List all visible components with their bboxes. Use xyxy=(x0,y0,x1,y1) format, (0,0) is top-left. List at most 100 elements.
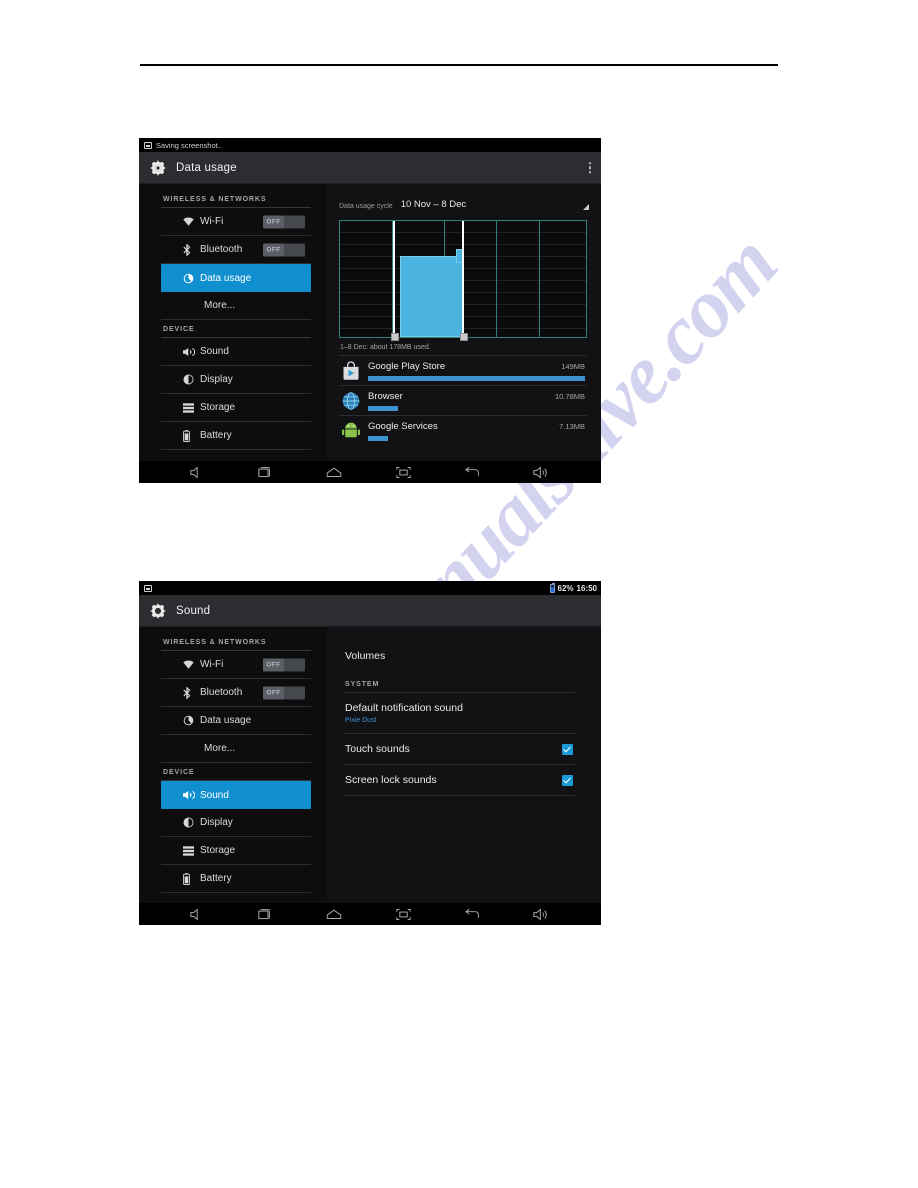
page-title: Data usage xyxy=(176,161,237,174)
settings-sidebar-2: WIRELESS & NETWORKS Wi-Fi OFF Bluetooth … xyxy=(139,627,327,903)
sidebar-item-sound[interactable]: Sound xyxy=(161,338,311,366)
data-usage-icon xyxy=(183,715,197,726)
action-bar-2: Sound xyxy=(139,595,601,627)
wifi-toggle[interactable]: OFF xyxy=(263,215,305,228)
sidebar-group-header-wireless: WIRELESS & NETWORKS xyxy=(163,639,267,646)
volume-down-icon[interactable] xyxy=(189,465,205,479)
sidebar-item-storage[interactable]: Storage xyxy=(161,837,311,865)
data-used-note: 1–8 Dec: about 178MB used. xyxy=(340,344,431,351)
bluetooth-toggle-state: OFF xyxy=(263,686,284,699)
sidebar-item-label: Display xyxy=(200,817,233,828)
storage-icon xyxy=(183,845,197,856)
screen-lock-sounds-checkbox[interactable] xyxy=(562,774,573,786)
recent-apps-icon[interactable] xyxy=(258,466,273,479)
sidebar-item-label: Storage xyxy=(200,845,236,856)
dropdown-caret-icon[interactable] xyxy=(583,204,589,210)
sidebar-item-bluetooth[interactable]: Bluetooth OFF xyxy=(161,236,311,264)
display-icon xyxy=(183,374,197,385)
cycle-value: 10 Nov – 8 Dec xyxy=(400,199,467,210)
sidebar-item-battery[interactable]: Battery xyxy=(161,422,311,450)
sidebar-group-header-wireless: WIRELESS & NETWORKS xyxy=(163,196,267,203)
sidebar-item-more[interactable]: More... xyxy=(161,292,311,320)
app-size: 10.78MB xyxy=(554,392,585,401)
bluetooth-toggle[interactable]: OFF xyxy=(263,243,305,256)
sidebar-item-data-usage[interactable]: Data usage xyxy=(161,264,311,292)
sidebar-item-label: Data usage xyxy=(200,272,252,284)
action-bar-1: Data usage xyxy=(139,152,601,184)
app-name: Google Services xyxy=(368,421,438,432)
wifi-toggle-state: OFF xyxy=(263,658,284,671)
list-item[interactable]: Google Play Store 149MB xyxy=(339,355,587,385)
sidebar-item-label: Bluetooth xyxy=(200,687,243,698)
data-usage-cycle-row[interactable]: Data usage cycle 10 Nov – 8 Dec xyxy=(335,192,589,212)
screenshot-capture-icon[interactable] xyxy=(395,466,411,479)
navigation-bar-1 xyxy=(139,461,601,483)
setting-title: Default notification sound xyxy=(345,702,463,714)
overflow-menu-icon[interactable] xyxy=(588,161,591,174)
bluetooth-icon xyxy=(183,243,197,256)
wifi-toggle[interactable]: OFF xyxy=(263,658,305,671)
sidebar-item-wifi[interactable]: Wi-Fi OFF xyxy=(161,208,311,236)
back-icon[interactable] xyxy=(464,908,480,921)
volume-up-icon[interactable] xyxy=(533,907,550,921)
wifi-icon xyxy=(183,660,197,669)
list-item[interactable]: Browser 10.78MB xyxy=(339,385,587,415)
sidebar-item-battery[interactable]: Battery xyxy=(161,865,311,893)
setting-group-system: SYSTEM xyxy=(343,671,575,693)
bluetooth-toggle[interactable]: OFF xyxy=(263,686,305,699)
data-usage-chart[interactable] xyxy=(339,220,587,341)
sidebar-item-label: Sound xyxy=(200,346,229,357)
sidebar-item-label: Wi-Fi xyxy=(200,216,224,227)
screenshot-icon xyxy=(144,141,152,149)
setting-title: Screen lock sounds xyxy=(345,774,437,786)
sidebar-item-display[interactable]: Display xyxy=(161,366,311,394)
chart-handle-left[interactable] xyxy=(391,221,399,341)
sidebar-item-label: Display xyxy=(200,374,233,385)
battery-icon xyxy=(183,429,197,442)
sound-icon xyxy=(183,347,197,357)
setting-row-volumes[interactable]: Volumes xyxy=(343,641,575,671)
setting-row-default-notification-sound[interactable]: Default notification sound Pixie Dust xyxy=(343,693,575,734)
sound-content: Volumes SYSTEM Default notification soun… xyxy=(327,627,601,903)
home-icon[interactable] xyxy=(326,466,342,479)
screenshot-icon xyxy=(144,584,152,592)
chart-handle-right[interactable] xyxy=(460,221,468,341)
setting-row-touch-sounds[interactable]: Touch sounds xyxy=(343,734,575,765)
setting-row-screen-lock-sounds[interactable]: Screen lock sounds xyxy=(343,765,575,796)
setting-subtitle: Pixie Dust xyxy=(345,717,377,724)
sidebar-item-display[interactable]: Display xyxy=(161,809,311,837)
storage-icon xyxy=(183,402,197,413)
sidebar-item-label: More... xyxy=(204,300,236,311)
battery-status-icon xyxy=(549,582,555,593)
screenshot-capture-icon[interactable] xyxy=(395,908,411,921)
page-header-rule xyxy=(140,64,778,66)
touch-sounds-checkbox[interactable] xyxy=(562,743,573,755)
page-title: Sound xyxy=(176,604,211,617)
sidebar-item-storage[interactable]: Storage xyxy=(161,394,311,422)
volume-up-icon[interactable] xyxy=(533,465,550,479)
status-bar-message: Saving screenshot.. xyxy=(156,140,222,150)
settings-body-1: WIRELESS & NETWORKS Wi-Fi OFF Bluetooth … xyxy=(139,184,601,461)
sidebar-item-more[interactable]: More... xyxy=(161,735,311,763)
navigation-bar-2 xyxy=(139,903,601,925)
home-icon[interactable] xyxy=(326,908,342,921)
sound-icon xyxy=(183,790,197,800)
settings-body-2: WIRELESS & NETWORKS Wi-Fi OFF Bluetooth … xyxy=(139,627,601,903)
recent-apps-icon[interactable] xyxy=(258,908,273,921)
app-name: Google Play Store xyxy=(368,361,446,372)
volume-down-icon[interactable] xyxy=(189,907,205,921)
document-page: manualshive.com Saving screenshot.. Data… xyxy=(0,0,918,1188)
sidebar-item-label: Data usage xyxy=(200,715,252,726)
usage-bar xyxy=(400,256,463,337)
setting-title: Volumes xyxy=(345,650,386,662)
setting-title: Touch sounds xyxy=(345,743,410,755)
list-item[interactable]: Google Services 7.13MB xyxy=(339,415,587,445)
sidebar-item-wifi[interactable]: Wi-Fi OFF xyxy=(161,651,311,679)
display-icon xyxy=(183,817,197,828)
sidebar-item-sound[interactable]: Sound xyxy=(161,781,311,809)
sidebar-item-data-usage[interactable]: Data usage xyxy=(161,707,311,735)
google-services-icon xyxy=(341,421,361,441)
google-play-store-icon xyxy=(341,361,361,381)
sidebar-item-bluetooth[interactable]: Bluetooth OFF xyxy=(161,679,311,707)
back-icon[interactable] xyxy=(464,466,480,479)
